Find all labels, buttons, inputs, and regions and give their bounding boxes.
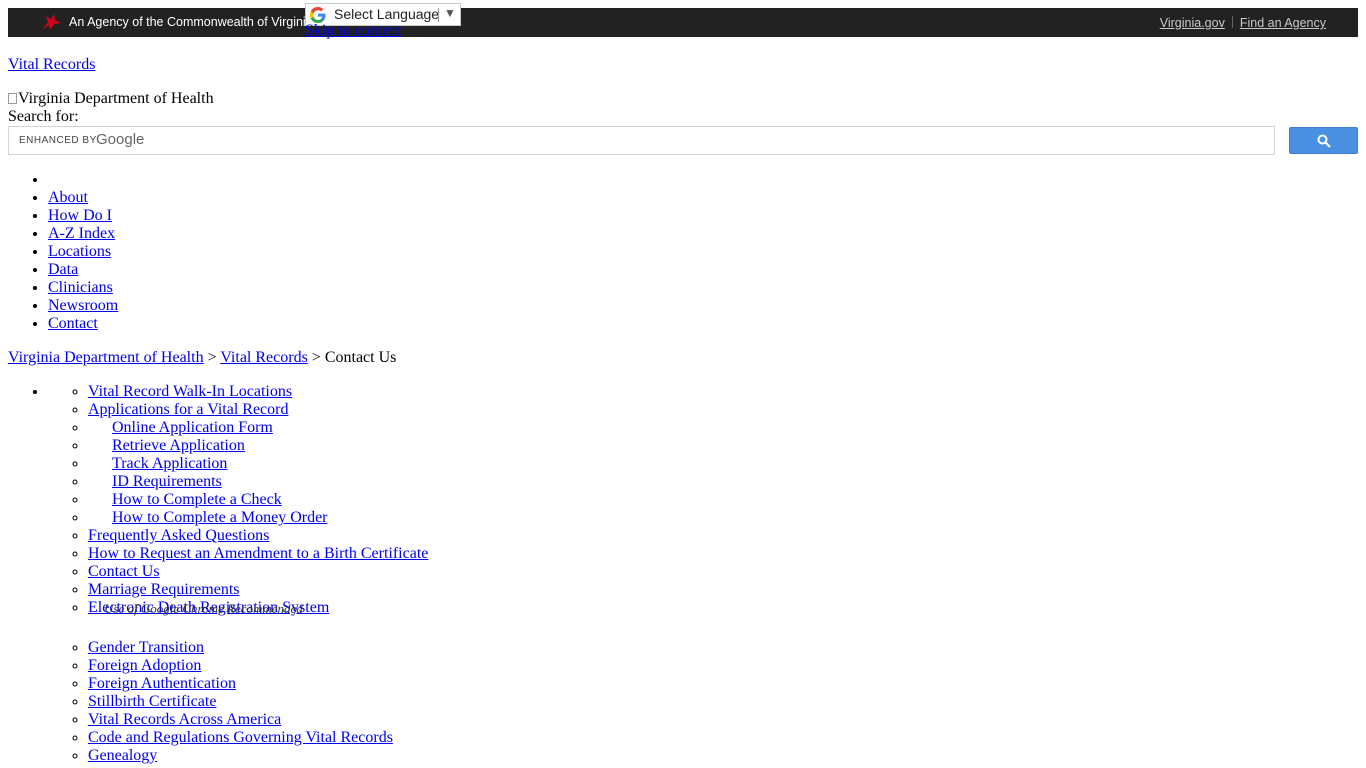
sidebar-link-marriage-requirements[interactable]: Marriage Requirements (88, 581, 240, 598)
sidebar-item: Foreign Authentication (88, 675, 428, 693)
language-select-label: Select Language (334, 6, 440, 22)
sidebar-group: Vital Record Walk-In Locations Applicati… (48, 383, 428, 765)
nav-item: How Do I (48, 207, 118, 225)
nav-item: Contact (48, 315, 118, 333)
nav-empty-item (48, 171, 118, 189)
sidebar-item: Marriage Requirements (88, 581, 428, 599)
sidebar-item: Frequently Asked Questions (88, 527, 428, 545)
virginia-gov-link[interactable]: Virginia.gov (1160, 16, 1225, 30)
commonwealth-bar: An Agency of the Commonwealth of Virgini… (8, 8, 1358, 37)
sidebar-item: Applications for a Vital Record (88, 401, 428, 419)
sidebar-item: Stillbirth Certificate (88, 693, 428, 711)
nav-link-newsroom[interactable]: Newsroom (48, 297, 118, 314)
sidebar-subitem: Retrieve Application (88, 437, 428, 455)
sidebar-item: Gender Transition (88, 639, 428, 657)
search-label: Search for: (8, 108, 79, 125)
breadcrumb-current: Contact Us (324, 349, 397, 366)
sidebar-item: Foreign Adoption (88, 657, 428, 675)
breadcrumb-link-vital-records[interactable]: Vital Records (220, 349, 307, 366)
agency-text: An Agency of the Commonwealth of Virgini… (69, 15, 313, 29)
sidebar-link-contact-us[interactable]: Contact Us (88, 563, 160, 580)
sidebar-link-online-application-form[interactable]: Online Application Form (112, 419, 273, 436)
sidebar-item: How to Request an Amendment to a Birth C… (88, 545, 428, 563)
vdh-logo-alt-text: Virginia Department of Health (18, 90, 214, 107)
nav-link-about[interactable]: About (48, 189, 88, 206)
search-input[interactable] (9, 127, 1274, 154)
main-nav: About How Do I A-Z Index Locations Data … (8, 171, 118, 333)
sidebar-spacer (88, 617, 428, 639)
sidebar-subitem: Track Application (88, 455, 428, 473)
nav-item: Data (48, 261, 118, 279)
nav-link-locations[interactable]: Locations (48, 243, 111, 260)
skip-to-content-link[interactable]: Skip to content (305, 22, 402, 40)
sidebar-subitem: Online Application Form (88, 419, 428, 437)
sidebar-list: Vital Record Walk-In Locations Applicati… (48, 383, 428, 765)
edrs-browser-note: Use of Google Chrome Recommended (104, 601, 303, 616)
nav-item: Locations (48, 243, 118, 261)
breadcrumb-link-vdh[interactable]: Virginia Department of Health (8, 349, 204, 366)
sidebar-subitem: How to Complete a Check (88, 491, 428, 509)
sidebar-link-foreign-authentication[interactable]: Foreign Authentication (88, 675, 236, 692)
topbar-divider (1231, 16, 1233, 28)
nav-link-clinicians[interactable]: Clinicians (48, 279, 113, 296)
nav-item: About (48, 189, 118, 207)
nav-item: Newsroom (48, 297, 118, 315)
sidebar-menu: Vital Record Walk-In Locations Applicati… (8, 383, 428, 765)
nav-link-data[interactable]: Data (48, 261, 78, 278)
breadcrumb: Virginia Department of Health > Vital Re… (8, 349, 396, 367)
nav-link-how-do-i[interactable]: How Do I (48, 207, 112, 224)
sidebar-item: Code and Regulations Governing Vital Rec… (88, 729, 428, 747)
sidebar-item: Vital Record Walk-In Locations (88, 383, 428, 401)
sidebar-item: Vital Records Across America (88, 711, 428, 729)
sidebar-link-foreign-adoption[interactable]: Foreign Adoption (88, 657, 201, 674)
nav-link-contact[interactable]: Contact (48, 315, 98, 332)
sidebar-link-gender-transition[interactable]: Gender Transition (88, 639, 204, 656)
cardinal-logo-icon (42, 14, 61, 30)
sidebar-item: Electronic Death Registration System Use… (88, 599, 428, 617)
sidebar-subitem: ID Requirements (88, 473, 428, 491)
sidebar-link-walk-in-locations[interactable]: Vital Record Walk-In Locations (88, 383, 292, 400)
topbar-links: Virginia.gov Find an Agency (1160, 16, 1326, 30)
find-an-agency-link[interactable]: Find an Agency (1240, 16, 1326, 30)
breadcrumb-separator: > (207, 349, 217, 366)
sidebar-link-complete-check[interactable]: How to Complete a Check (112, 491, 282, 508)
sidebar-link-applications[interactable]: Applications for a Vital Record (88, 401, 288, 418)
sidebar-link-complete-money-order[interactable]: How to Complete a Money Order (112, 509, 328, 526)
search-button[interactable] (1289, 127, 1358, 154)
dropdown-arrow-icon: ▼ (444, 6, 456, 20)
sidebar-link-stillbirth-certificate[interactable]: Stillbirth Certificate (88, 693, 216, 710)
sidebar-link-retrieve-application[interactable]: Retrieve Application (112, 437, 245, 454)
sidebar-item: Genealogy (88, 747, 428, 765)
nav-item: Clinicians (48, 279, 118, 297)
search-icon (1317, 134, 1331, 148)
search-box[interactable]: ENHANCED BY Google (8, 126, 1275, 155)
sidebar-link-track-application[interactable]: Track Application (112, 455, 227, 472)
language-select-divider (438, 8, 439, 22)
sidebar-subitem: How to Complete a Money Order (88, 509, 428, 527)
sidebar-link-vital-records-across-america[interactable]: Vital Records Across America (88, 711, 281, 728)
sidebar-link-code-and-regulations[interactable]: Code and Regulations Governing Vital Rec… (88, 729, 393, 746)
nav-item: A-Z Index (48, 225, 118, 243)
sidebar-link-id-requirements[interactable]: ID Requirements (112, 473, 222, 490)
broken-image-icon (8, 93, 17, 104)
sidebar-link-birth-certificate-amendment[interactable]: How to Request an Amendment to a Birth C… (88, 545, 428, 562)
sidebar-item: Contact Us (88, 563, 428, 581)
breadcrumb-separator: > (311, 349, 321, 366)
sidebar-link-faq[interactable]: Frequently Asked Questions (88, 527, 269, 544)
nav-link-a-z-index[interactable]: A-Z Index (48, 225, 115, 242)
sidebar-link-genealogy[interactable]: Genealogy (88, 747, 157, 764)
vdh-logo[interactable]: Virginia Department of Health (8, 90, 214, 108)
site-title-link[interactable]: Vital Records (8, 56, 95, 74)
